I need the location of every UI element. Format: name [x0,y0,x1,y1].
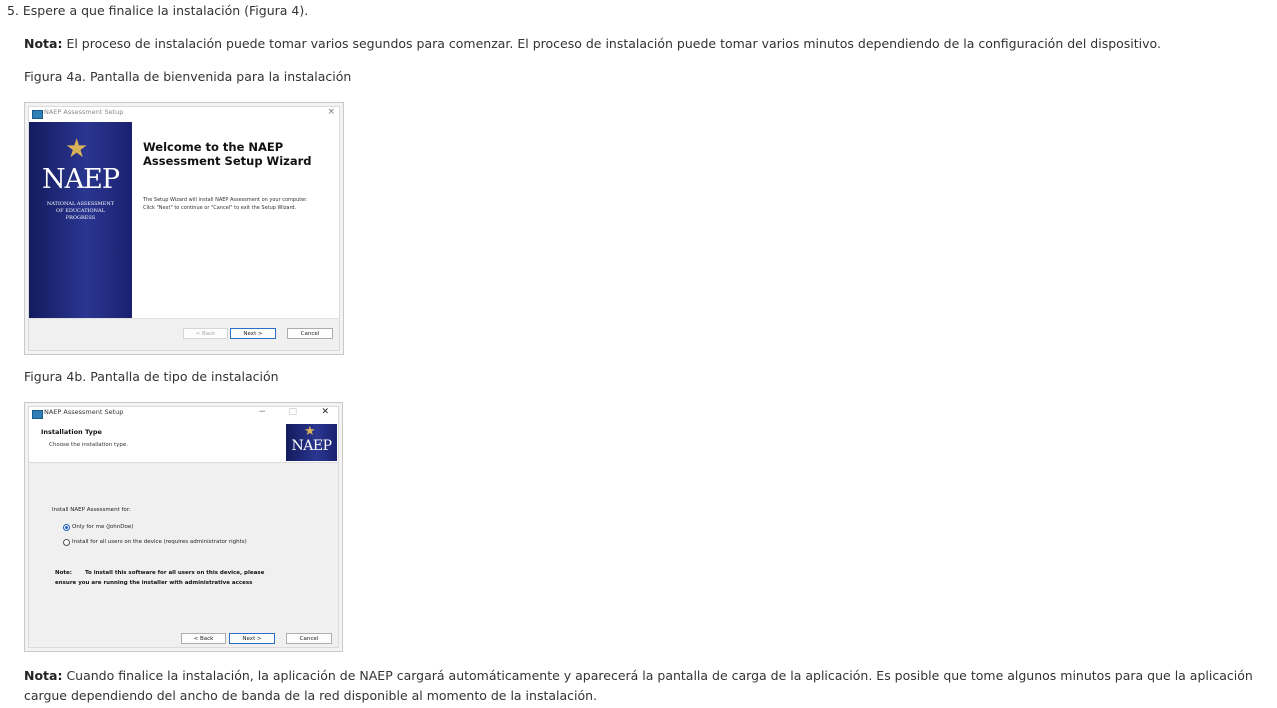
welcome-heading-line-2: Assessment Setup Wizard [143,154,312,168]
naep-logo-text: NAEP [291,438,333,454]
installation-type-window: NAEP Assessment Setup − □ ✕ Installation… [28,406,339,648]
welcome-body-line-2: Click "Next" to continue or "Cancel" to … [143,205,297,211]
next-button[interactable]: Next > [229,633,275,644]
installer-app-icon [32,410,43,419]
installation-options-panel: Install NAEP Assessment for: Only for me… [29,462,338,647]
step-instruction: 5. Espere a que finalice la instalación … [7,3,309,18]
admin-note: Note: To install this software for all us… [55,568,264,588]
radio-all-users[interactable] [63,539,70,546]
next-button[interactable]: Next > [230,328,276,339]
radio-only-for-me[interactable] [63,524,70,531]
note-paragraph-1: Nota: El proceso de instalación puede to… [24,36,1161,51]
back-button[interactable]: < Back [181,633,226,644]
setup-welcome-window: NAEP Assessment Setup × ★ NAEP NATIONAL … [28,106,340,351]
welcome-body-text: The Setup Wizard will install NAEP Asses… [143,196,307,212]
star-icon: ★ [65,134,89,164]
welcome-body-line-1: The Setup Wizard will install NAEP Asses… [143,197,308,203]
figure-4b-caption: Figura 4b. Pantalla de tipo de instalaci… [24,369,279,384]
window-titlebar: NAEP Assessment Setup × [29,107,339,121]
radio-only-for-me-label: Only for me (JohnDoe) [72,524,134,530]
note-text: El proceso de instalación puede tomar va… [62,36,1161,51]
install-for-label: Install NAEP Assessment for: [52,507,131,513]
note-label: Nota: [24,36,63,51]
welcome-heading: Welcome to the NAEP Assessment Setup Wiz… [143,140,312,168]
close-icon[interactable]: ✕ [321,407,329,417]
window-title: NAEP Assessment Setup [44,408,124,416]
figure-4a-caption: Figura 4a. Pantalla de bienvenida para l… [24,69,352,84]
naep-side-banner: ★ NAEP NATIONAL ASSESSMENT OF EDUCATIONA… [29,122,132,319]
naep-logo-subtitle: NATIONAL ASSESSMENT OF EDUCATIONAL PROGR… [46,201,115,221]
header-title: Installation Type [41,428,102,436]
note-label: Note: [55,570,72,576]
star-icon: ★ [304,424,316,439]
window-title: NAEP Assessment Setup [44,108,124,116]
wizard-button-bar: < Back Next > Cancel [29,318,339,350]
back-button[interactable]: < Back [183,328,228,339]
figure-4a-screenshot: NAEP Assessment Setup × ★ NAEP NATIONAL … [24,102,344,355]
figure-4b-screenshot: NAEP Assessment Setup − □ ✕ Installation… [24,402,343,652]
header-subtitle: Choose the installation type. [49,442,128,448]
naep-logo: ★ NAEP [286,424,337,461]
note-text: Cuando finalice la instalación, la aplic… [24,668,1253,703]
installation-type-header: Installation Type Choose the installatio… [29,422,338,462]
maximize-icon: □ [288,407,297,417]
window-titlebar: NAEP Assessment Setup − □ ✕ [29,407,338,421]
cancel-button[interactable]: Cancel [286,633,332,644]
note-line-2: ensure you are running the installer wit… [55,580,253,586]
cancel-button[interactable]: Cancel [287,328,333,339]
note-label: Nota: [24,668,63,683]
radio-all-users-label: Install for all users on the device (req… [72,539,247,545]
welcome-heading-line-1: Welcome to the NAEP [143,140,284,154]
close-icon[interactable]: × [327,107,335,117]
installer-app-icon [32,110,43,119]
note-line-1: To install this software for all users o… [85,570,265,576]
minimize-icon[interactable]: − [258,407,266,417]
note-paragraph-2: Nota: Cuando finalice la instalación, la… [24,666,1276,706]
naep-logo-text: NAEP [42,164,120,195]
